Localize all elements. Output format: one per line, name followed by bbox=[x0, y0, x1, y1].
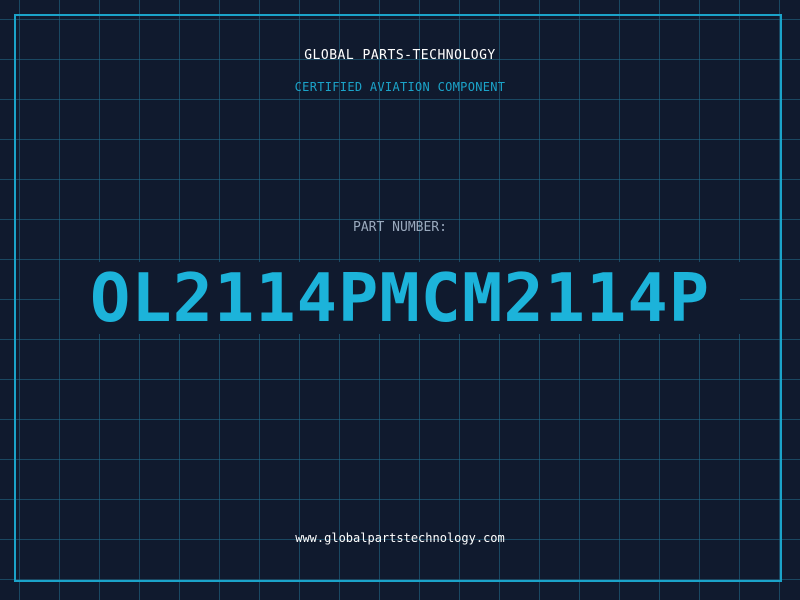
company-name: GLOBAL PARTS-TECHNOLOGY bbox=[304, 48, 496, 63]
website-link[interactable]: www.globalpartstechnology.com bbox=[0, 531, 800, 545]
certification-tagline: CERTIFIED AVIATION COMPONENT bbox=[294, 80, 506, 94]
part-number-value: OL2114PMCM2114P bbox=[89, 259, 711, 337]
part-number-label: PART NUMBER: bbox=[353, 220, 447, 235]
